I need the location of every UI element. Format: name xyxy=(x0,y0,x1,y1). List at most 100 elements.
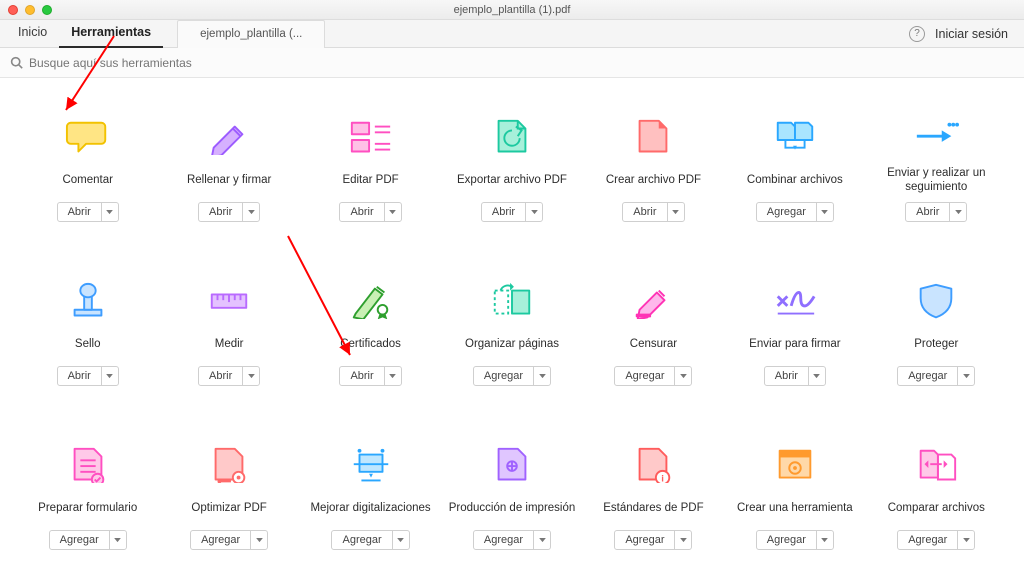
tool-medir[interactable]: Medir Abrir xyxy=(161,280,296,386)
tool-action-button[interactable]: Abrir xyxy=(339,366,401,386)
chevron-down-icon[interactable] xyxy=(809,367,825,385)
tool-crear-herr[interactable]: Crear una herramientaAgregar xyxy=(727,444,862,550)
tool-action-button[interactable]: Abrir xyxy=(481,202,543,222)
chevron-down-icon[interactable] xyxy=(243,203,259,221)
tool-sello[interactable]: SelloAbrir xyxy=(20,280,155,386)
proteger-icon xyxy=(913,280,959,320)
certificados-icon xyxy=(348,280,394,320)
tool-estandares[interactable]: i Estándares de PDF Agregar xyxy=(586,444,721,550)
tool-action-label: Agregar xyxy=(898,531,958,549)
tool-editar[interactable]: Editar PDF Abrir xyxy=(303,116,438,222)
tool-action-button[interactable]: Agregar xyxy=(614,366,692,386)
tool-comparar[interactable]: Comparar archivosAgregar xyxy=(869,444,1004,550)
tool-action-button[interactable]: Agregar xyxy=(49,530,127,550)
tool-optimizar[interactable]: Optimizar PDFAgregar xyxy=(161,444,296,550)
chevron-down-icon[interactable] xyxy=(526,203,542,221)
tool-label: Editar PDF xyxy=(340,166,400,194)
tool-action-button[interactable]: Abrir xyxy=(905,202,967,222)
tool-combinar[interactable]: Combinar archivosAgregar xyxy=(727,116,862,222)
exportar-icon xyxy=(489,116,535,156)
tab-document[interactable]: ejemplo_plantilla (... xyxy=(177,20,325,48)
tool-action-label: Abrir xyxy=(623,203,667,221)
tool-certificados[interactable]: Certificados Abrir xyxy=(303,280,438,386)
tool-mejorar-dig[interactable]: Mejorar digitalizacionesAgregar xyxy=(303,444,438,550)
help-icon[interactable]: ? xyxy=(909,26,925,42)
tool-rellenar[interactable]: Rellenar y firmarAbrir xyxy=(161,116,296,222)
chevron-down-icon[interactable] xyxy=(534,367,550,385)
chevron-down-icon[interactable] xyxy=(534,531,550,549)
editar-icon xyxy=(348,116,394,156)
estandares-icon: i xyxy=(630,444,676,484)
comentar-icon xyxy=(65,116,111,156)
tool-action-label: Abrir xyxy=(340,203,384,221)
tool-enviar-firmar[interactable]: Enviar para firmarAbrir xyxy=(727,280,862,386)
tool-label: Exportar archivo PDF xyxy=(455,166,569,194)
tool-action-button[interactable]: Abrir xyxy=(198,202,260,222)
tool-action-button[interactable]: Agregar xyxy=(614,530,692,550)
tool-action-label: Agregar xyxy=(757,531,817,549)
optimizar-icon xyxy=(206,444,252,484)
tool-action-button[interactable]: Abrir xyxy=(57,202,119,222)
tool-exportar[interactable]: Exportar archivo PDF Abrir xyxy=(444,116,579,222)
tool-action-button[interactable]: Agregar xyxy=(473,366,551,386)
tool-action-button[interactable]: Abrir xyxy=(198,366,260,386)
tab-herramientas[interactable]: Herramientas xyxy=(59,19,163,48)
tool-action-button[interactable]: Abrir xyxy=(764,366,826,386)
tool-label: Producción de impresión xyxy=(447,494,578,522)
tool-preparar-form[interactable]: Preparar formularioAgregar xyxy=(20,444,155,550)
tools-area: ComentarAbrirRellenar y firmarAbrirEdita… xyxy=(0,78,1024,568)
tool-label: Medir xyxy=(213,330,246,358)
tab-inicio[interactable]: Inicio xyxy=(6,19,59,48)
chevron-down-icon[interactable] xyxy=(102,203,118,221)
tool-action-button[interactable]: Agregar xyxy=(897,530,975,550)
tool-action-label: Agregar xyxy=(50,531,110,549)
search-input[interactable] xyxy=(29,56,1014,70)
tool-enviar-seg[interactable]: Enviar y realizar un seguimientoAbrir xyxy=(869,116,1004,222)
tool-action-button[interactable]: Abrir xyxy=(339,202,401,222)
tool-action-button[interactable]: Agregar xyxy=(756,530,834,550)
chevron-down-icon[interactable] xyxy=(958,367,974,385)
tool-action-button[interactable]: Abrir xyxy=(57,366,119,386)
tool-action-label: Abrir xyxy=(58,203,102,221)
tabs-bar: Inicio Herramientas ejemplo_plantilla (.… xyxy=(0,20,1024,48)
chevron-down-icon[interactable] xyxy=(817,203,833,221)
tool-censurar[interactable]: CensurarAgregar xyxy=(586,280,721,386)
tool-action-label: Agregar xyxy=(757,203,817,221)
chevron-down-icon[interactable] xyxy=(958,531,974,549)
chevron-down-icon[interactable] xyxy=(675,367,691,385)
chevron-down-icon[interactable] xyxy=(817,531,833,549)
tool-action-label: Abrir xyxy=(765,367,809,385)
chevron-down-icon[interactable] xyxy=(110,531,126,549)
tool-proteger[interactable]: ProtegerAgregar xyxy=(869,280,1004,386)
chevron-down-icon[interactable] xyxy=(393,531,409,549)
tool-crear[interactable]: Crear archivo PDFAbrir xyxy=(586,116,721,222)
enviar-seg-icon xyxy=(913,116,959,156)
tool-action-button[interactable]: Agregar xyxy=(190,530,268,550)
tool-action-button[interactable]: Abrir xyxy=(622,202,684,222)
tool-label: Certificados xyxy=(338,330,403,358)
censurar-icon xyxy=(630,280,676,320)
tool-action-button[interactable]: Agregar xyxy=(756,202,834,222)
tool-action-button[interactable]: Agregar xyxy=(331,530,409,550)
chevron-down-icon[interactable] xyxy=(385,367,401,385)
combinar-icon xyxy=(772,116,818,156)
tools-grid: ComentarAbrirRellenar y firmarAbrirEdita… xyxy=(20,116,1004,550)
chevron-down-icon[interactable] xyxy=(950,203,966,221)
tool-label: Estándares de PDF xyxy=(601,494,705,522)
chevron-down-icon[interactable] xyxy=(251,531,267,549)
chevron-down-icon[interactable] xyxy=(102,367,118,385)
tool-produccion[interactable]: Producción de impresión Agregar xyxy=(444,444,579,550)
tool-action-label: Agregar xyxy=(332,531,392,549)
crear-icon xyxy=(630,116,676,156)
chevron-down-icon[interactable] xyxy=(675,531,691,549)
chevron-down-icon[interactable] xyxy=(385,203,401,221)
sign-in-link[interactable]: Iniciar sesión xyxy=(935,27,1008,41)
tool-action-button[interactable]: Agregar xyxy=(897,366,975,386)
chevron-down-icon[interactable] xyxy=(668,203,684,221)
title-bar: ejemplo_plantilla (1).pdf xyxy=(0,0,1024,20)
chevron-down-icon[interactable] xyxy=(243,367,259,385)
tool-organizar[interactable]: Organizar páginasAgregar xyxy=(444,280,579,386)
crear-herr-icon xyxy=(772,444,818,484)
tool-comentar[interactable]: ComentarAbrir xyxy=(20,116,155,222)
tool-action-button[interactable]: Agregar xyxy=(473,530,551,550)
